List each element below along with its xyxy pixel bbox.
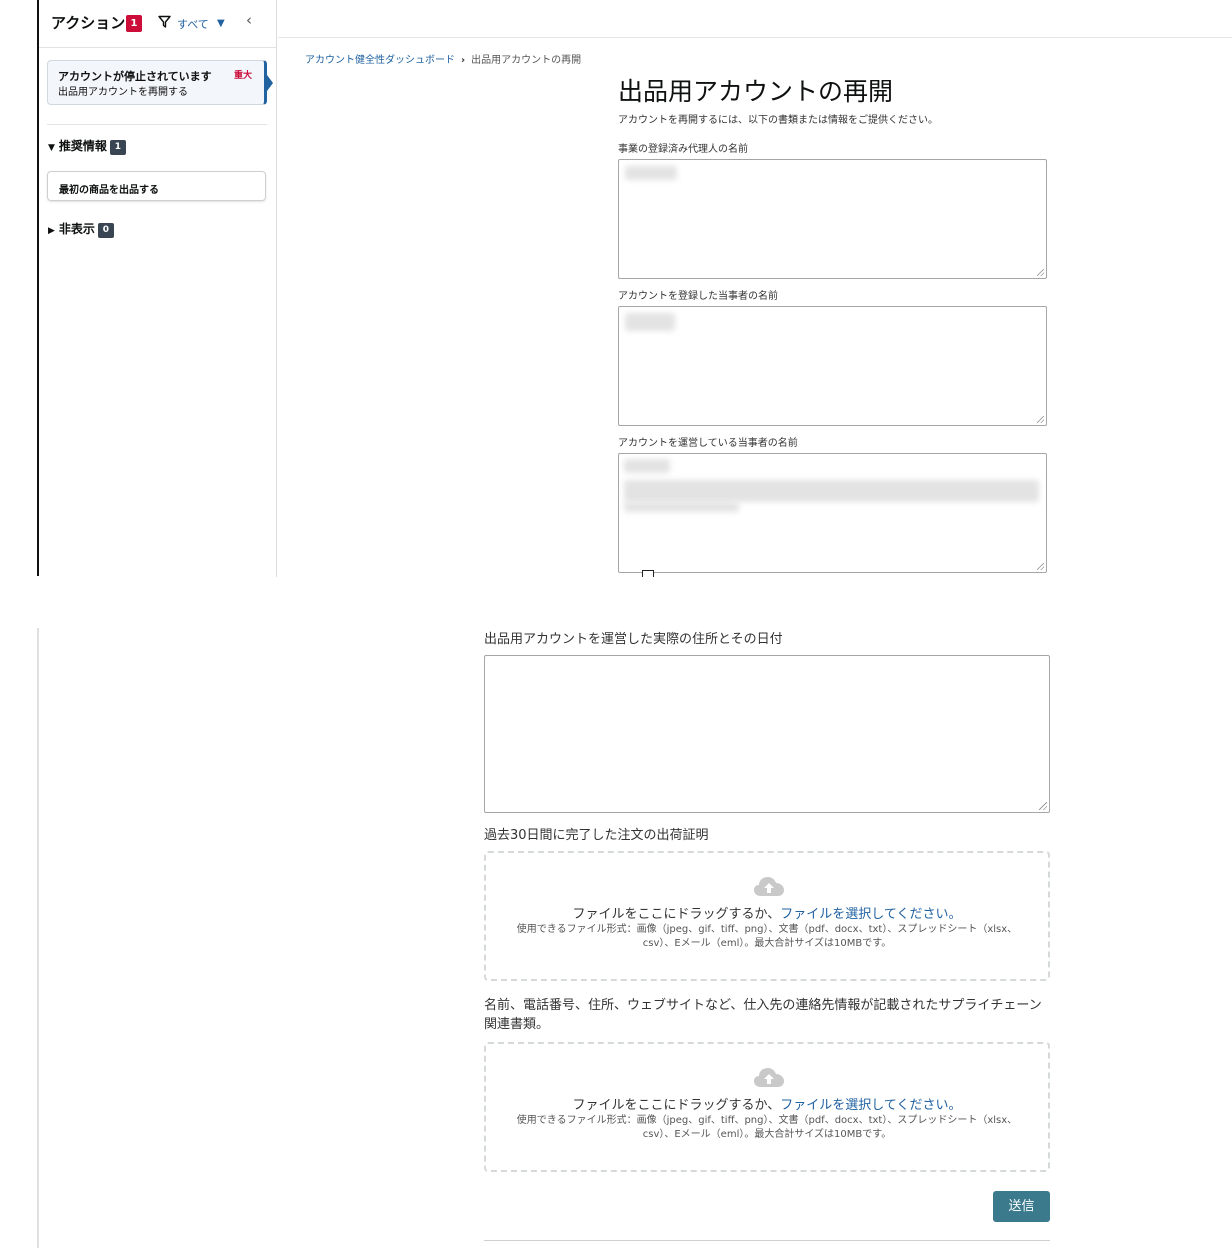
page-description: アカウントを再開するには、以下の書類または情報をご提供ください。 (618, 115, 938, 126)
filter-icon[interactable] (158, 15, 171, 28)
address-label: 出品用アカウントを運営した実際の住所とその日付 (484, 632, 783, 647)
registered-agent-label: 事業の登録済み代理人の名前 (618, 144, 748, 155)
address-textarea[interactable] (484, 655, 1050, 813)
recommended-count-badge: 1 (109, 140, 126, 155)
page-title: 出品用アカウントの再開 (618, 77, 894, 106)
action-count-badge: 1 (126, 15, 142, 32)
select-file-link[interactable]: ファイルを選択してください。 (780, 1098, 961, 1113)
action-subtitle: 出品用アカウントを再開する (58, 87, 188, 98)
resize-handle[interactable] (1037, 269, 1044, 276)
dropzone-instruction: ファイルをここにドラッグするか、ファイルを選択してください。 (486, 903, 1048, 922)
drag-text: ファイルをここにドラッグするか、 (572, 907, 781, 922)
cloud-upload-icon (754, 1068, 784, 1087)
dropzone-instruction: ファイルをここにドラッグするか、ファイルを選択してください。 (486, 1094, 1048, 1113)
selected-pointer (267, 75, 273, 91)
accepted-formats: 使用できるファイル形式：画像（jpeg、gif、tiff、png）、文書（pdf… (516, 924, 1018, 949)
hidden-label: 非表示 (58, 222, 95, 236)
registrant-name-textarea[interactable] (618, 306, 1047, 426)
divider (47, 124, 267, 125)
top-screenshot: アクション 1 すべて ▼ ‹ アカウントが停止されています 出品用アカウントを… (0, 0, 1232, 577)
breadcrumb-link-dashboard[interactable]: アカウント健全性ダッシュボード (305, 55, 455, 66)
hidden-count-badge: 0 (97, 223, 114, 238)
redacted-text (624, 480, 1039, 502)
redacted-text (624, 502, 739, 512)
registrant-name-label: アカウントを登録した当事者の名前 (618, 291, 778, 302)
recommended-item[interactable]: 最初の商品を出品する (47, 171, 266, 201)
sidebar-header: アクション 1 すべて ▼ ‹ (39, 0, 277, 48)
bottom-screenshot: 出品用アカウントを運営した実際の住所とその日付 過去30日間に完了した注文の出荷… (0, 600, 1232, 1248)
redacted-text (625, 166, 677, 180)
caret-right-icon: ▶ (48, 226, 55, 236)
accepted-formats: 使用できるファイル形式：画像（jpeg、gif、tiff、png）、文書（pdf… (516, 1115, 1018, 1140)
shipping-proof-dropzone[interactable]: ファイルをここにドラッグするか、ファイルを選択してください。 使用できるファイル… (484, 851, 1050, 981)
shipping-proof-label: 過去30日間に完了した注文の出荷証明 (484, 828, 709, 843)
resize-handle[interactable] (1039, 802, 1047, 810)
select-file-link[interactable]: ファイルを選択してください。 (780, 907, 961, 922)
resize-handle[interactable] (1037, 416, 1044, 423)
submit-button[interactable]: 送信 (993, 1191, 1050, 1222)
supply-chain-dropzone[interactable]: ファイルをここにドラッグするか、ファイルを選択してください。 使用できるファイル… (484, 1042, 1050, 1172)
breadcrumb-current: 出品用アカウントの再開 (471, 55, 582, 66)
resize-handle[interactable] (1037, 563, 1044, 570)
sidebar-title: アクション (51, 14, 126, 32)
supply-chain-docs-label: 名前、電話番号、住所、ウェブサイトなど、仕入先の連絡先情報が記載されたサプライチ… (484, 998, 1042, 1032)
cloud-upload-icon (754, 877, 784, 896)
hidden-section-toggle[interactable]: ▶ 非表示 0 (48, 220, 114, 238)
drag-text: ファイルをここにドラッグするか、 (572, 1098, 781, 1113)
caret-down-icon: ▼ (48, 143, 55, 153)
operator-name-textarea[interactable] (618, 453, 1047, 573)
frame-border (37, 628, 39, 1248)
redacted-text (625, 313, 675, 331)
redacted-text (624, 459, 670, 473)
divider (484, 1240, 1050, 1241)
action-card-account-suspended[interactable]: アカウントが停止されています 出品用アカウントを再開する 重大 (47, 60, 273, 105)
recommended-label: 推奨情報 (58, 139, 107, 153)
severity-badge: 重大 (233, 71, 252, 81)
chevron-left-icon[interactable]: ‹ (246, 11, 252, 29)
chevron-right-icon: › (461, 55, 466, 66)
breadcrumb: アカウント健全性ダッシュボード › 出品用アカウントの再開 (305, 51, 581, 66)
action-title: アカウントが停止されています (58, 70, 212, 83)
actions-sidebar: アクション 1 すべて ▼ ‹ アカウントが停止されています 出品用アカウントを… (39, 0, 277, 577)
caret-down-icon[interactable]: ▼ (217, 18, 225, 29)
header-divider (278, 37, 1232, 38)
recommended-section-toggle[interactable]: ▼ 推奨情報 1 (48, 137, 126, 155)
mouse-cursor (642, 570, 654, 577)
registered-agent-textarea[interactable] (618, 159, 1047, 279)
operator-name-label: アカウントを運営している当事者の名前 (618, 438, 798, 449)
recommended-item-label: 最初の商品を出品する (59, 185, 159, 196)
filter-dropdown[interactable]: すべて (177, 16, 209, 32)
